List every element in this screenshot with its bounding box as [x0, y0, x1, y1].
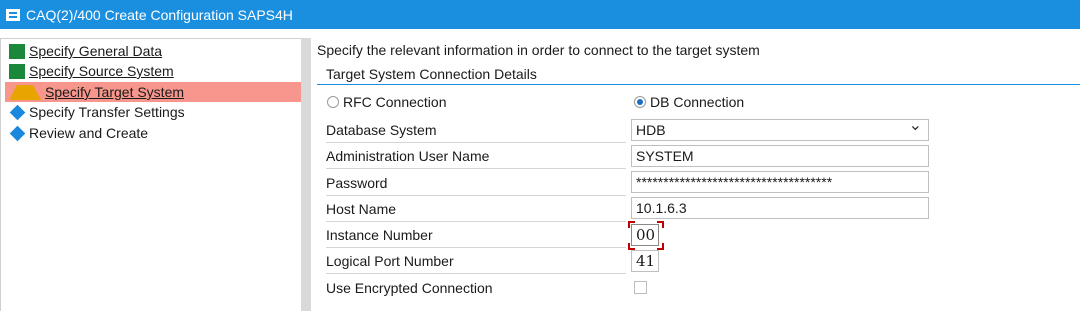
main-content: Specify the relevant information in orde…: [311, 38, 1080, 311]
admin-user-label: Administration User Name: [326, 143, 626, 169]
admin-user-input[interactable]: SYSTEM: [631, 145, 929, 167]
warning-triangle-icon: [9, 84, 41, 100]
logical-port-input[interactable]: 41: [631, 250, 659, 272]
password-input[interactable]: ************************************: [631, 171, 929, 193]
completed-step-icon: [9, 63, 25, 79]
step-label[interactable]: Specify Source System: [29, 63, 174, 79]
window-titlebar: CAQ(2)/400 Create Configuration SAPS4H: [0, 0, 1080, 29]
section-header: Target System Connection Details: [317, 66, 1080, 85]
host-name-label: Host Name: [326, 196, 626, 222]
step-review-and-create[interactable]: Review and Create: [5, 123, 301, 143]
step-specify-source-system[interactable]: Specify Source System: [5, 61, 301, 81]
step-specify-transfer-settings[interactable]: Specify Transfer Settings: [5, 102, 301, 122]
host-name-row: Host Name: [326, 196, 626, 222]
configuration-icon: [6, 8, 20, 21]
step-label: Specify Transfer Settings: [29, 104, 185, 120]
panel-splitter[interactable]: [301, 38, 311, 311]
database-system-row: Database System: [326, 117, 626, 143]
db-connection-radio[interactable]: [634, 96, 646, 108]
database-system-label: Database System: [326, 117, 626, 143]
section-title: Target System Connection Details: [326, 66, 537, 82]
focus-corner-mark: [657, 243, 664, 250]
completed-step-icon: [9, 43, 25, 59]
password-label: Password: [326, 170, 626, 196]
instance-number-input[interactable]: 00: [631, 224, 659, 246]
database-system-dropdown[interactable]: HDB: [631, 119, 929, 141]
logical-port-row: Logical Port Number: [326, 248, 626, 274]
host-name-input[interactable]: 10.1.6.3: [631, 197, 929, 219]
step-label[interactable]: Specify Target System: [45, 84, 184, 100]
step-specify-general-data[interactable]: Specify General Data: [5, 41, 301, 61]
intro-text: Specify the relevant information in orde…: [317, 42, 760, 58]
focus-corner-mark: [628, 221, 635, 228]
encrypted-connection-checkbox[interactable]: [634, 281, 647, 294]
rfc-connection-option[interactable]: RFC Connection: [327, 94, 447, 110]
step-label[interactable]: Specify General Data: [29, 43, 162, 59]
db-connection-label[interactable]: DB Connection: [650, 94, 744, 110]
rfc-connection-label[interactable]: RFC Connection: [343, 94, 447, 110]
admin-user-row: Administration User Name: [326, 143, 626, 169]
password-row: Password: [326, 170, 626, 196]
focus-corner-mark: [628, 243, 635, 250]
pending-step-diamond-icon: [9, 125, 26, 141]
encrypted-connection-label: Use Encrypted Connection: [326, 280, 493, 296]
wizard-steps-panel: Specify General Data Specify Source Syst…: [0, 38, 301, 311]
rfc-connection-radio[interactable]: [327, 96, 339, 108]
focus-corner-mark: [657, 221, 664, 228]
step-label: Review and Create: [29, 125, 149, 141]
db-connection-option[interactable]: DB Connection: [634, 94, 744, 110]
pending-step-diamond-icon: [9, 104, 26, 120]
instance-number-label: Instance Number: [326, 222, 626, 248]
instance-number-row: Instance Number: [326, 222, 626, 248]
logical-port-label: Logical Port Number: [326, 248, 626, 274]
encrypted-connection-row: Use Encrypted Connection: [326, 275, 626, 301]
step-specify-target-system[interactable]: Specify Target System: [5, 82, 301, 102]
window-title: CAQ(2)/400 Create Configuration SAPS4H: [26, 6, 293, 23]
